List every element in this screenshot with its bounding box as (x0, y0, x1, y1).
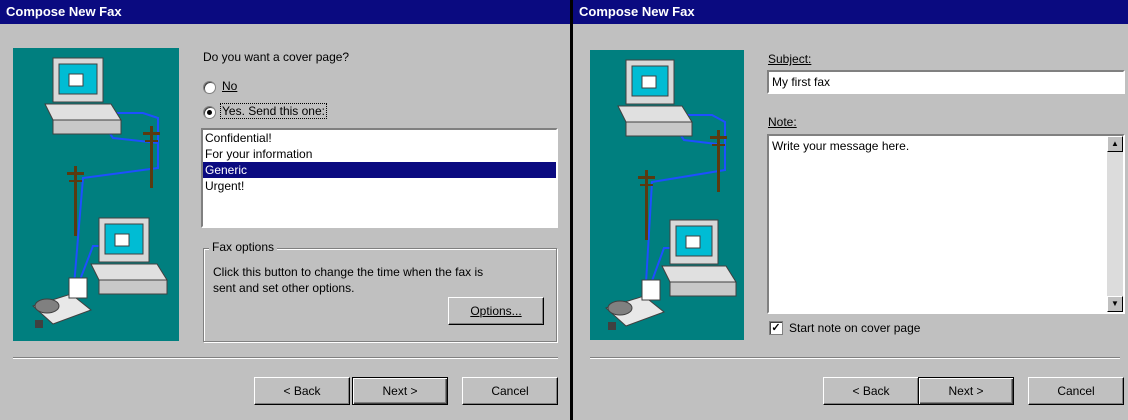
telephone-pole-icon (638, 170, 655, 240)
cover-page-list[interactable]: Confidential! For your information Gener… (201, 128, 558, 228)
start-note-label[interactable]: Start note on cover page (789, 321, 920, 335)
note-label: Note: (768, 115, 797, 129)
separator (590, 357, 1120, 359)
radio-no-cover[interactable] (203, 81, 216, 94)
fax-illustration (590, 50, 744, 340)
fax-options-group-label: Fax options (209, 240, 278, 254)
subject-label: Subject: (768, 52, 812, 66)
note-scrollbar[interactable]: ▲ ▼ (1107, 136, 1123, 312)
scroll-down-arrow-icon[interactable]: ▼ (1107, 296, 1123, 312)
fax-options-group (203, 248, 557, 342)
back-button[interactable]: < Back (254, 377, 350, 405)
fax-machine-icon (32, 277, 93, 328)
scroll-up-arrow-icon[interactable]: ▲ (1107, 136, 1123, 152)
note-text: Write your message here. (772, 139, 910, 153)
note-textarea[interactable]: Write your message here. ▲ ▼ (767, 134, 1125, 314)
cancel-button[interactable]: Cancel (462, 377, 558, 405)
computer-icon (90, 217, 168, 295)
next-button[interactable]: Next > (352, 377, 448, 405)
start-note-checkbox[interactable]: ✓ (769, 321, 783, 335)
radio-no-label[interactable]: No (222, 79, 237, 93)
list-item[interactable]: Urgent! (203, 178, 556, 194)
options-button[interactable]: Options... (448, 297, 544, 325)
radio-yes-cover[interactable] (203, 106, 216, 119)
fax-illustration (13, 48, 179, 341)
compose-fax-dialog-note: Compose New Fax Subject: My first fax No… (573, 0, 1128, 420)
computer-icon (617, 59, 693, 137)
list-item[interactable]: Confidential! (203, 130, 556, 146)
cover-page-question: Do you want a cover page? (203, 50, 350, 64)
list-item[interactable]: For your information (203, 146, 556, 162)
subject-input[interactable] (767, 70, 1125, 94)
title-bar: Compose New Fax (0, 0, 570, 24)
radio-yes-label[interactable]: Yes. Send this one: (220, 103, 327, 119)
title-bar: Compose New Fax (573, 0, 1128, 24)
fax-machine-icon (605, 279, 666, 330)
computer-icon (661, 219, 737, 297)
cancel-button[interactable]: Cancel (1028, 377, 1124, 405)
computer-icon (44, 57, 122, 135)
fax-options-description-2: sent and set other options. (213, 281, 355, 295)
separator (13, 357, 558, 359)
compose-fax-dialog-cover-page: Compose New Fax Do you want a cover page… (0, 0, 570, 420)
next-button[interactable]: Next > (918, 377, 1014, 405)
fax-options-description: Click this button to change the time whe… (213, 265, 484, 279)
back-button[interactable]: < Back (823, 377, 919, 405)
list-item-selected[interactable]: Generic (203, 162, 556, 178)
